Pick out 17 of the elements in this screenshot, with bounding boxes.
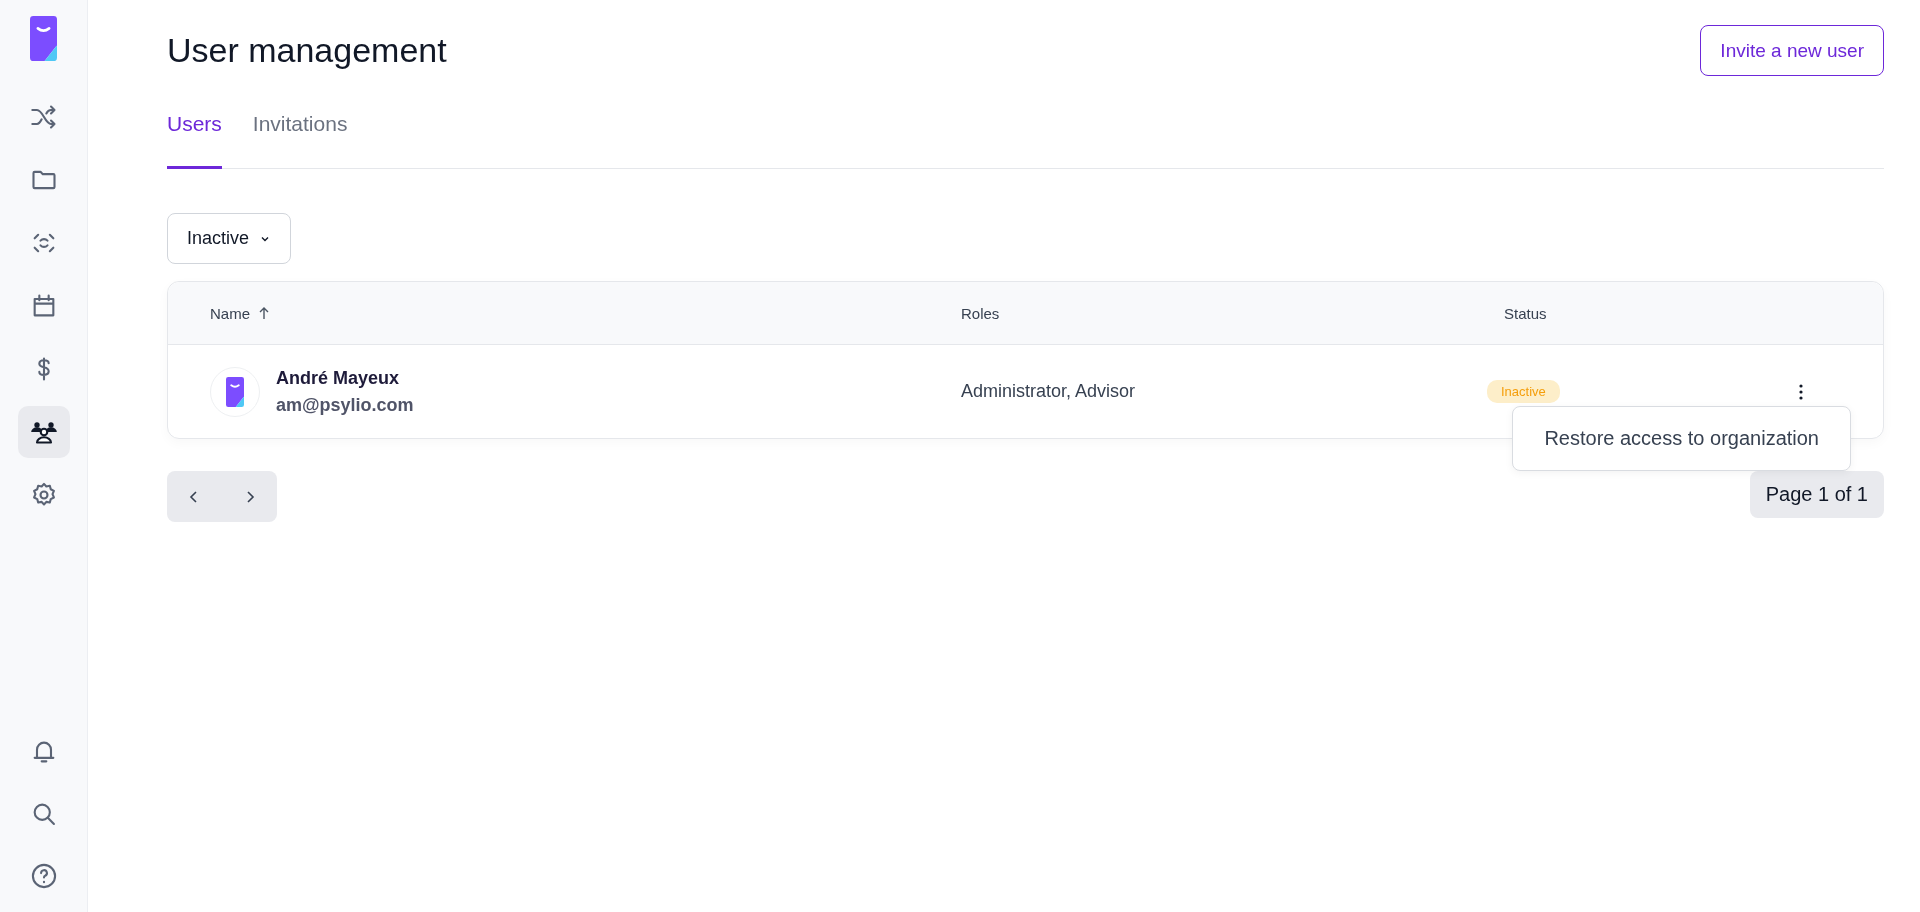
- sort-arrow-icon[interactable]: [258, 306, 270, 320]
- user-roles: Administrator, Advisor: [961, 381, 1136, 402]
- column-header[interactable]: Name: [210, 304, 250, 322]
- page-indicator: Page 1 of 1: [1749, 471, 1884, 518]
- page-title: User management: [167, 31, 447, 70]
- logo-icon[interactable]: [30, 16, 57, 61]
- status-badge: Inactive: [1487, 380, 1560, 403]
- menu-item[interactable]: Restore access to organization: [1513, 407, 1850, 470]
- status-filter-dropdown[interactable]: Inactive: [167, 213, 292, 264]
- tab[interactable]: Invitations: [252, 96, 348, 169]
- user-email: am@psylio.com: [276, 394, 414, 416]
- user-name: André Mayeux: [276, 367, 401, 389]
- column-header[interactable]: Roles: [961, 304, 1000, 322]
- tab[interactable]: Users: [167, 96, 222, 169]
- column-header[interactable]: Status: [1504, 304, 1547, 322]
- invite-user-button[interactable]: Invite a new user: [1700, 25, 1884, 76]
- users-icon[interactable]: [17, 406, 70, 458]
